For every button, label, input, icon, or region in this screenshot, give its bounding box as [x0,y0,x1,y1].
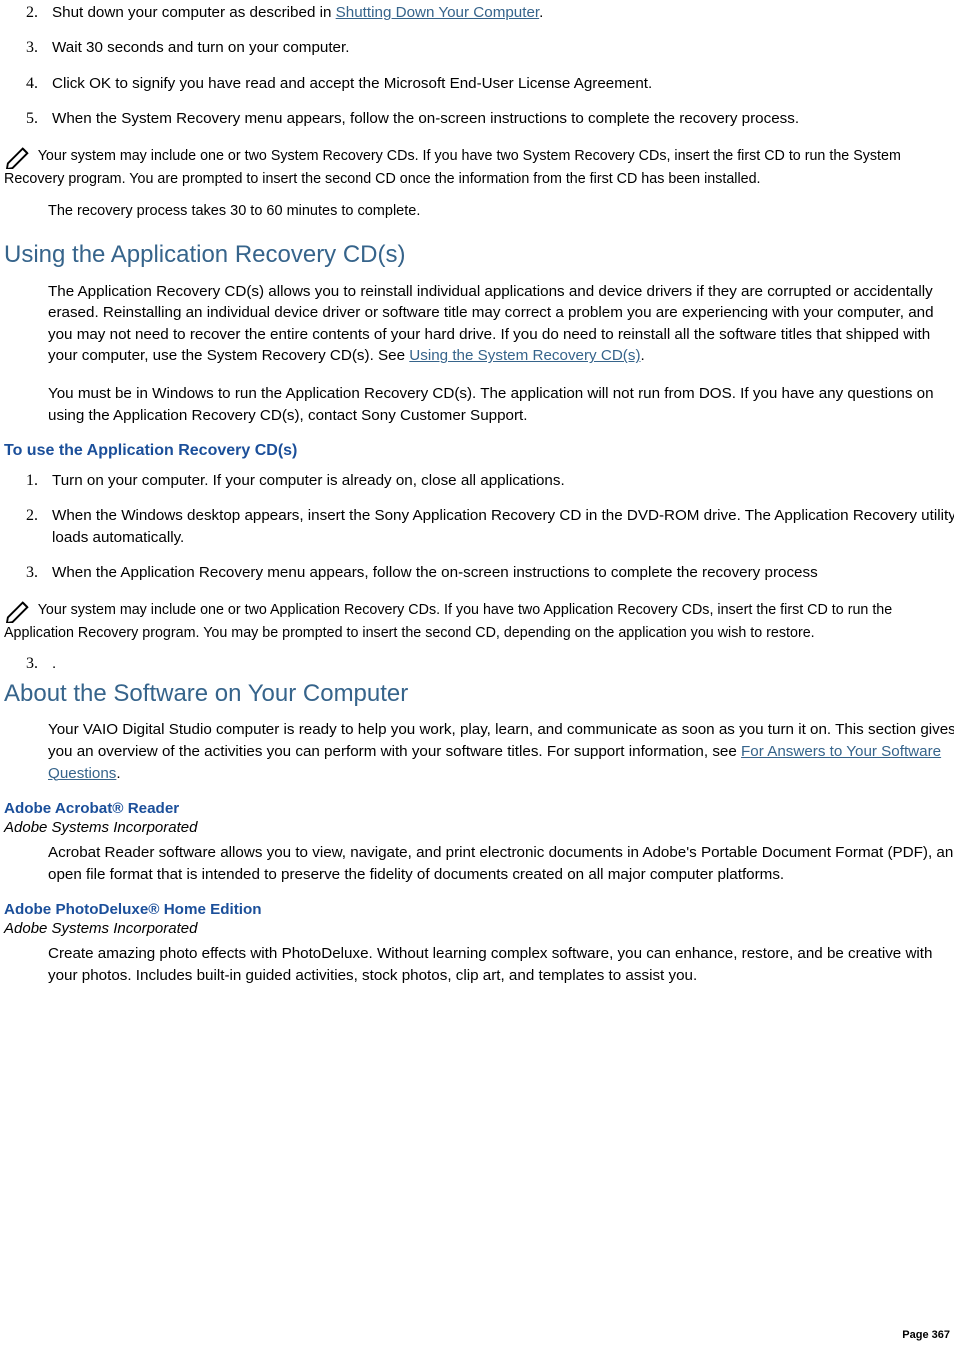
step-5: 5. When the System Recovery menu appears… [52,108,954,129]
step-text: Wait 30 seconds and turn on your compute… [52,39,349,56]
stray-dot: . [52,655,56,672]
heading-using-application-recovery: Using the Application Recovery CD(s) [4,239,954,270]
step-text: When the Application Recovery menu appea… [52,564,818,581]
recovery-time-note: The recovery process takes 30 to 60 minu… [48,201,954,221]
program-title-acrobat: Adobe Acrobat® Reader [4,800,954,817]
pencil-note-icon [4,597,34,623]
program-author-acrobat: Adobe Systems Incorporated [4,819,954,836]
about-software-intro: Your VAIO Digital Studio computer is rea… [48,719,954,784]
step-text-post: . [539,4,543,21]
app-step-2: 2. When the Windows desktop appears, ins… [52,505,954,548]
program-body-acrobat: Acrobat Reader software allows you to vi… [48,842,954,885]
step-text: When the Windows desktop appears, insert… [52,507,954,545]
step-3: 3. Wait 30 seconds and turn on your comp… [52,37,954,58]
step-number: 2. [26,2,38,24]
program-title-photodeluxe: Adobe PhotoDeluxe® Home Edition [4,901,954,918]
step-text: When the System Recovery menu appears, f… [52,110,799,127]
para-text-post: . [641,347,645,364]
step-number: 3. [26,37,38,59]
program-body-photodeluxe: Create amazing photo effects with PhotoD… [48,943,954,986]
step-4: 4. Click OK to signify you have read and… [52,73,954,94]
app-step-3: 3. When the Application Recovery menu ap… [52,562,954,583]
app-recovery-windows-note: You must be in Windows to run the Applic… [48,383,954,426]
step-2: 2. Shut down your computer as described … [52,2,954,23]
step-text-pre: Shut down your computer as described in [52,4,336,21]
link-shutting-down[interactable]: Shutting Down Your Computer [336,4,539,21]
program-author-photodeluxe: Adobe Systems Incorporated [4,920,954,937]
para-text-post: . [116,765,120,782]
app-step-1: 1. Turn on your computer. If your comput… [52,470,954,491]
subheading-to-use-app-recovery: To use the Application Recovery CD(s) [4,442,954,460]
note-system-recovery-cds: Your system may include one or two Syste… [4,143,954,189]
heading-about-software: About the Software on Your Computer [4,678,954,709]
system-recovery-steps-continued: 2. Shut down your computer as described … [4,2,954,129]
step-number: 4. [26,73,38,95]
step-text: Click OK to signify you have read and ac… [52,75,652,92]
step-text: Turn on your computer. If your computer … [52,472,565,489]
step-number: 3. [26,562,38,584]
note-text: Your system may include one or two Appli… [4,602,892,641]
note-text: Your system may include one or two Syste… [4,148,901,187]
link-using-system-recovery[interactable]: Using the System Recovery CD(s) [409,347,640,364]
app-recovery-steps: 1. Turn on your computer. If your comput… [4,470,954,583]
step-number: 1. [26,470,38,492]
page-number: Page 367 [902,1329,950,1341]
stray-item: 3. . [52,655,954,672]
pencil-note-icon [4,143,34,169]
stray-list: 3. . [4,655,954,672]
step-number: 2. [26,505,38,527]
app-recovery-intro: The Application Recovery CD(s) allows yo… [48,281,954,367]
page-container: 2. Shut down your computer as described … [4,2,954,1347]
step-number: 5. [26,108,38,130]
note-app-recovery-cds: Your system may include one or two Appli… [4,597,954,643]
stray-number: 3. [26,655,38,673]
